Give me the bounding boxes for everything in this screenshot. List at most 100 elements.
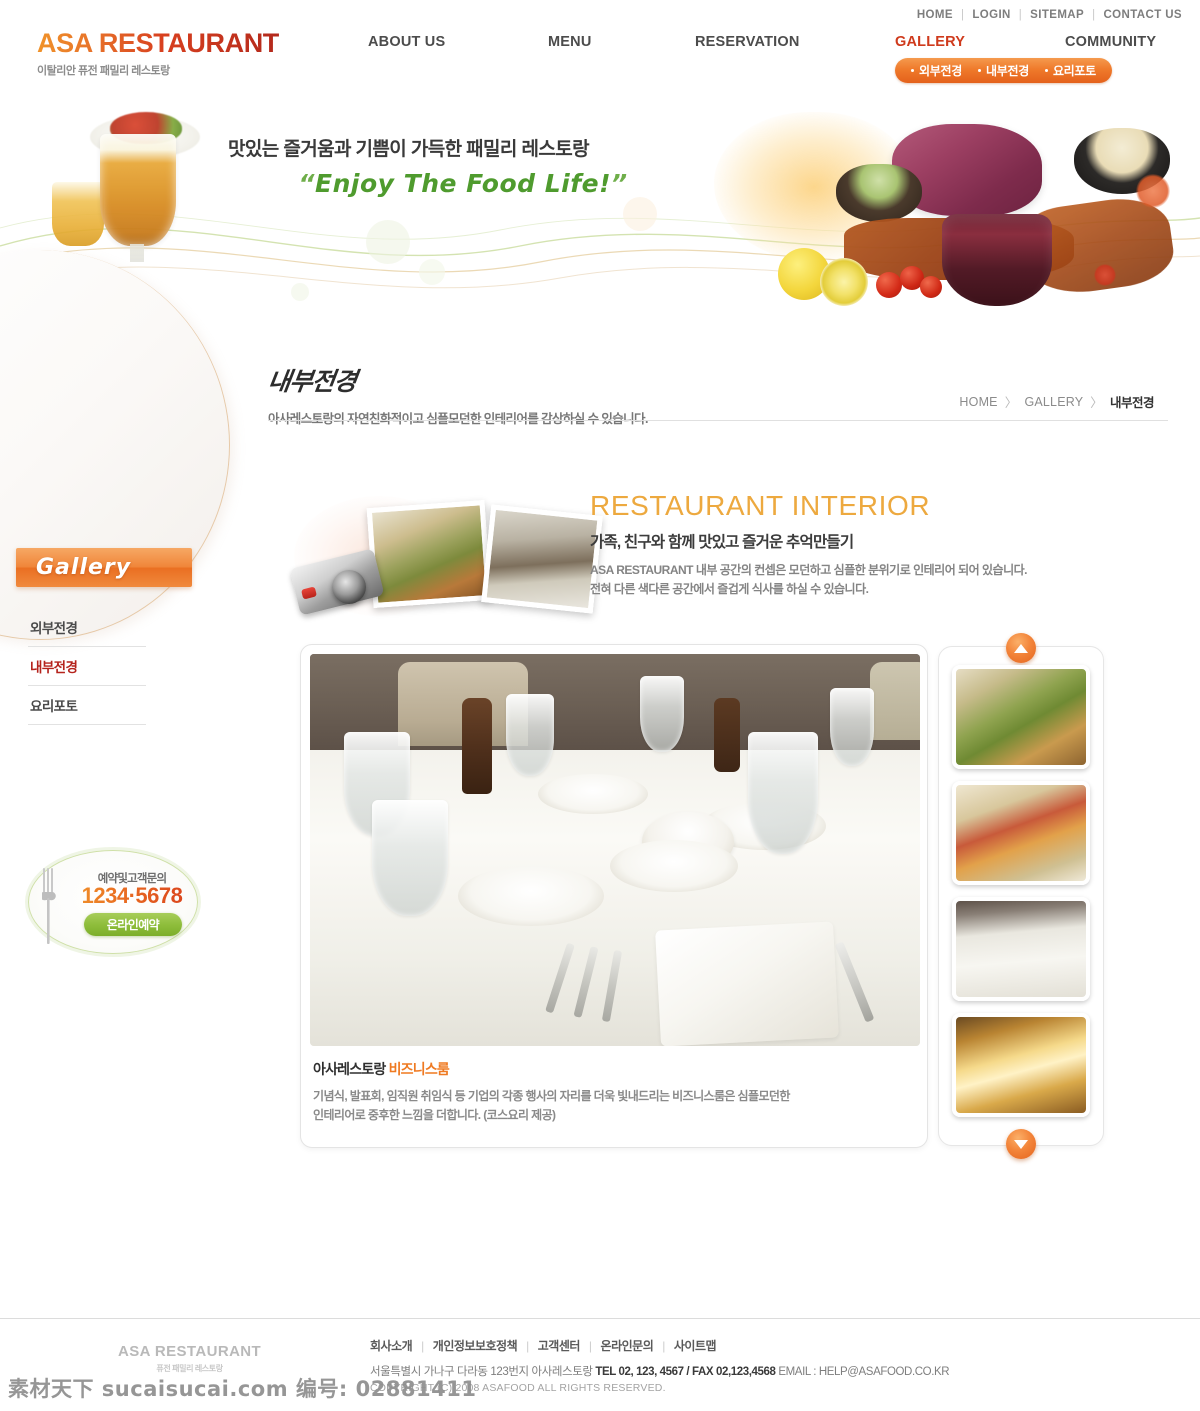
site-logo[interactable]: ASA RESTAURANT 이탈리안 퓨전 패밀리 레스토랑: [37, 30, 337, 78]
footer-separator: |: [526, 1338, 529, 1353]
hero-slogan-text: Enjoy The Food Life!: [315, 169, 611, 198]
lemon-slice-shape: [820, 258, 868, 306]
thumbnail-flower-arrangement-table[interactable]: [952, 665, 1090, 769]
main-navigation: ABOUT US MENU RESERVATION GALLERY COMMUN…: [360, 34, 1180, 58]
sidebar-item-food-photo[interactable]: 요리포토: [28, 686, 146, 725]
submenu-item-food-photo[interactable]: 요리포토: [1044, 62, 1096, 79]
sidebar-item-interior[interactable]: 내부전경: [28, 647, 146, 686]
breadcrumb-gallery[interactable]: GALLERY: [1024, 395, 1083, 409]
thumbnail-table-setting-closeup[interactable]: [952, 897, 1090, 1001]
breadcrumb-home[interactable]: HOME: [959, 395, 997, 409]
thumbnail-rail: [938, 633, 1104, 1159]
page-title: 내부전경: [265, 367, 358, 396]
footer-link-online-inquiry[interactable]: 온라인문의: [601, 1337, 654, 1354]
footer-copyright: COPYRIGHT (C) 2008 ASAFOOD ALL RIGHTS RE…: [370, 1382, 666, 1394]
submenu-label: 내부전경: [985, 64, 1029, 78]
content-title: RESTAURANT INTERIOR: [590, 490, 931, 521]
tomato-shape: [876, 272, 902, 298]
sidebar-section-title: Gallery: [36, 555, 132, 580]
online-reservation-button[interactable]: 온라인예약: [84, 913, 182, 936]
photo-napkin-shape: [655, 921, 839, 1046]
footer-separator: |: [662, 1338, 665, 1353]
nav-item-about-us[interactable]: ABOUT US: [368, 34, 445, 50]
tomato-shape: [920, 276, 942, 298]
caption-body: 기념식, 발표회, 임직원 취임식 등 기업의 각종 행사의 자리를 더욱 빛내…: [313, 1087, 913, 1125]
hero-tagline-korean: 맛있는 즐거움과 기쁨이 가득한 패밀리 레스토랑: [228, 139, 590, 160]
submenu-label: 외부전경: [919, 64, 962, 78]
utility-link-login[interactable]: LOGIN: [972, 9, 1010, 21]
utility-link-home[interactable]: HOME: [917, 9, 953, 21]
photo-wine-glass-shape: [830, 688, 874, 766]
scroll-up-button[interactable]: [1006, 633, 1036, 663]
content-body: ASA RESTAURANT 내부 공간의 컨셉은 모던하고 심플한 분위기로 …: [590, 561, 1170, 598]
submenu-item-exterior[interactable]: 외부전경: [911, 62, 962, 79]
logo-title: ASA RESTAURANT: [37, 28, 279, 58]
caption-line-1: 기념식, 발표회, 임직원 취임식 등 기업의 각종 행사의 자리를 더욱 빛내…: [313, 1089, 790, 1103]
photo-wine-glass-shape: [506, 694, 554, 776]
scroll-down-button[interactable]: [1006, 1129, 1036, 1159]
sidebar-menu: 외부전경 내부전경 요리포토: [28, 608, 146, 725]
content-body-line-2: 전혀 다른 색다른 공간에서 즐겁게 식사를 하실 수 있습니다.: [590, 581, 869, 596]
nav-item-community[interactable]: COMMUNITY: [1065, 34, 1156, 50]
photo-chair-shape: [870, 662, 920, 740]
nav-item-reservation[interactable]: RESERVATION: [695, 34, 800, 50]
reservation-phone-number: 1234·5678: [68, 883, 196, 908]
quote-open: “: [298, 169, 316, 198]
photo-plate-shape: [458, 866, 604, 926]
footer-email: EMAIL : HELP@ASAFOOD.CO.KR: [778, 1366, 950, 1378]
chevron-right-icon: 〉: [1004, 396, 1018, 410]
nav-item-menu[interactable]: MENU: [548, 34, 592, 50]
photo-wine-glass-shape: [372, 800, 448, 916]
hero-slogan: “Enjoy The Food Life!”: [228, 169, 698, 198]
breadcrumb: HOME 〉 GALLERY 〉 내부전경: [959, 392, 1154, 411]
decorative-photo-table: [481, 504, 603, 614]
footer-address: 서울특별시 가나구 다라동 123번지 아사레스토랑: [370, 1366, 593, 1378]
submenu-label: 요리포토: [1052, 64, 1096, 78]
dark-bowl-shape: [836, 164, 922, 222]
camera-lens-icon: [332, 570, 366, 604]
footer-separator: |: [588, 1338, 592, 1353]
thumbnail-chandelier[interactable]: [952, 1013, 1090, 1117]
footer-contact-line: 서울특별시 가나구 다라동 123번지 아사레스토랑 TEL 02, 123, …: [370, 1363, 950, 1379]
footer-link-customer-center[interactable]: 고객센터: [538, 1337, 581, 1354]
left-sidebar: Gallery 외부전경 내부전경 요리포토 예약및고객문의 1234·5678…: [0, 250, 250, 954]
sauce-pot-shape: [942, 214, 1052, 306]
gallery-main-card: 아사레스토랑 비즈니스룸 기념식, 발표회, 임직원 취임식 등 기업의 각종 …: [300, 644, 928, 1148]
footer-link-privacy[interactable]: 개인정보보호정책: [433, 1337, 518, 1354]
reservation-widget: 예약및고객문의 1234·5678 온라인예약: [28, 850, 198, 960]
footer-logo: ASA RESTAURANT 퓨전 패밀리 레스토랑: [118, 1343, 261, 1374]
utility-link-contact-us[interactable]: CONTACT US: [1103, 9, 1182, 21]
footer-link-sitemap[interactable]: 사이트맵: [674, 1337, 717, 1354]
nav-item-gallery[interactable]: GALLERY: [895, 34, 965, 50]
hero-copy: 맛있는 즐거움과 기쁨이 가득한 패밀리 레스토랑 “Enjoy The Foo…: [228, 134, 698, 198]
thumbnail-buffet-spread[interactable]: [952, 781, 1090, 885]
beverage-photo: [38, 110, 228, 270]
caption-line-2: 인테리어로 중후한 느낌을 더합니다. (코스요리 제공): [313, 1108, 556, 1123]
bullet-icon: [1044, 69, 1048, 72]
fork-icon: [42, 868, 56, 944]
photo-pepper-mill-shape: [714, 698, 740, 772]
sidebar-item-exterior[interactable]: 외부전경: [28, 608, 146, 647]
beer-glass-shape: [100, 134, 176, 262]
content-header: RESTAURANT INTERIOR 가족, 친구와 함께 맛있고 즐거운 추…: [289, 490, 1170, 630]
bullet-icon: [977, 69, 981, 72]
gallery-submenu: 외부전경 내부전경 요리포토: [895, 58, 1112, 83]
star-anise-shape: [1136, 174, 1170, 208]
footer-link-company[interactable]: 회사소개: [370, 1337, 413, 1354]
gallery-caption: 아사레스토랑 비즈니스룸 기념식, 발표회, 임직원 취임식 등 기업의 각종 …: [313, 1059, 913, 1125]
food-collage-photo: [714, 106, 1194, 321]
content-intro: RESTAURANT INTERIOR 가족, 친구와 함께 맛있고 즐거운 추…: [590, 490, 1170, 598]
utility-separator: |: [960, 9, 965, 21]
photo-wine-glass-shape: [640, 676, 684, 752]
utility-link-sitemap[interactable]: SITEMAP: [1030, 9, 1084, 21]
footer-links: 회사소개 | 개인정보보호정책 | 고객센터 | 온라인문의 | 사이트맵: [370, 1337, 717, 1354]
submenu-item-interior[interactable]: 내부전경: [977, 62, 1029, 79]
main-gallery-photo[interactable]: [310, 654, 920, 1046]
page-header: 내부전경 아사레스토랑의 자연친화적이고 심플모던한 인테리어를 감상하실 수 …: [265, 362, 1168, 427]
breadcrumb-current: 내부전경: [1109, 396, 1155, 410]
caption-title-accent: 비즈니스룸: [388, 1061, 450, 1077]
photo-pepper-mill-shape: [462, 698, 492, 794]
utility-separator: |: [1092, 9, 1096, 21]
caption-title-main: 아사레스토랑: [313, 1061, 386, 1077]
decorative-photo-flowers: [366, 500, 492, 608]
